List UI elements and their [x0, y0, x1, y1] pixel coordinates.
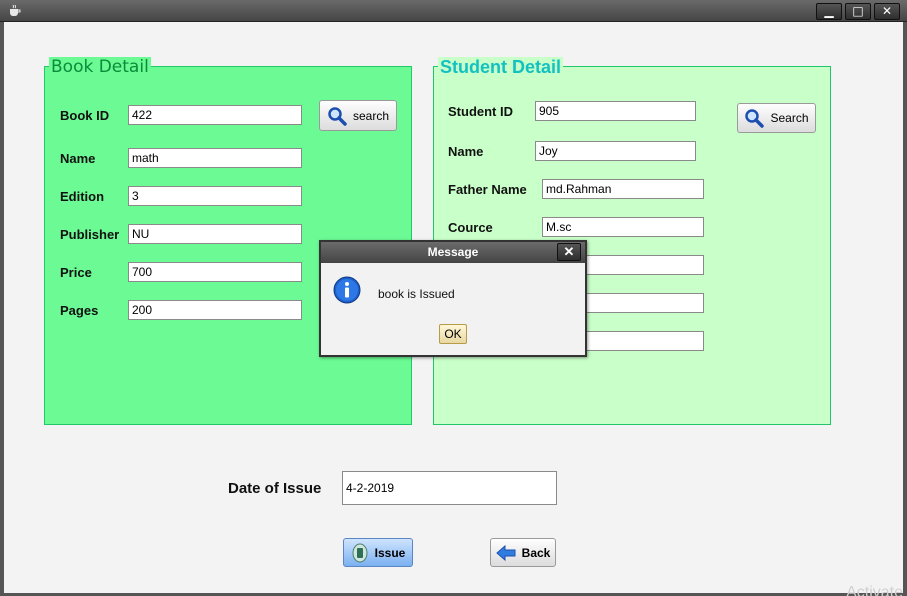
- magnifier-icon: [745, 109, 765, 128]
- cource-field[interactable]: M.sc: [542, 217, 704, 237]
- activate-watermark: Activate: [846, 584, 903, 596]
- message-dialog: Message ✕ book is Issued OK: [319, 240, 587, 357]
- back-arrow-icon: [495, 544, 516, 561]
- price-field[interactable]: 700: [128, 262, 302, 282]
- dialog-title: Message: [427, 245, 479, 259]
- dialog-message: book is Issued: [378, 287, 455, 301]
- dialog-title-bar: Message ✕: [321, 242, 585, 263]
- edition-field[interactable]: 3: [128, 186, 302, 206]
- student-id-field[interactable]: 905: [535, 101, 696, 121]
- back-button[interactable]: Back: [490, 538, 556, 567]
- date-of-issue-label: Date of Issue: [228, 480, 322, 497]
- book-id-label: Book ID: [60, 108, 110, 123]
- student-name-label: Name: [448, 144, 484, 159]
- maximize-button[interactable]: □: [845, 3, 871, 20]
- publisher-label: Publisher: [60, 227, 120, 242]
- dialog-close-button[interactable]: ✕: [557, 243, 581, 261]
- cource-label: Cource: [448, 220, 493, 235]
- pages-field[interactable]: 200: [128, 300, 302, 320]
- edition-label: Edition: [60, 189, 105, 204]
- publisher-field[interactable]: NU: [128, 224, 302, 244]
- back-button-label: Back: [521, 545, 551, 560]
- price-label: Price: [60, 265, 92, 280]
- student-search-label: Search: [770, 111, 809, 125]
- book-name-field[interactable]: math: [128, 148, 302, 168]
- magnifier-icon: [328, 106, 347, 126]
- close-window-button[interactable]: ✕: [874, 3, 900, 20]
- book-search-button[interactable]: search: [319, 100, 397, 131]
- father-name-field[interactable]: md.Rahman: [542, 179, 704, 199]
- book-id-field[interactable]: 422: [128, 105, 302, 125]
- student-search-button[interactable]: Search: [737, 103, 816, 133]
- info-icon: [333, 276, 361, 304]
- student-id-label: Student ID: [448, 104, 513, 119]
- father-name-label: Father Name: [448, 182, 527, 197]
- student-name-field[interactable]: Joy: [535, 141, 696, 161]
- issue-button[interactable]: Issue: [343, 538, 413, 567]
- pages-label: Pages: [60, 303, 99, 318]
- issue-button-label: Issue: [374, 545, 406, 560]
- java-cup-icon: [10, 4, 21, 16]
- student-detail-title: Student Detail: [438, 57, 564, 78]
- minimize-button[interactable]: ▁: [816, 3, 842, 20]
- book-name-label: Name: [60, 151, 96, 166]
- title-bar: ▁ □ ✕: [0, 0, 907, 22]
- book-search-label: search: [352, 108, 390, 123]
- date-of-issue-field[interactable]: 4-2-2019: [342, 471, 557, 505]
- ok-button[interactable]: OK: [439, 324, 467, 344]
- book-icon: [352, 543, 368, 562]
- book-detail-title: Book Detail: [49, 57, 151, 77]
